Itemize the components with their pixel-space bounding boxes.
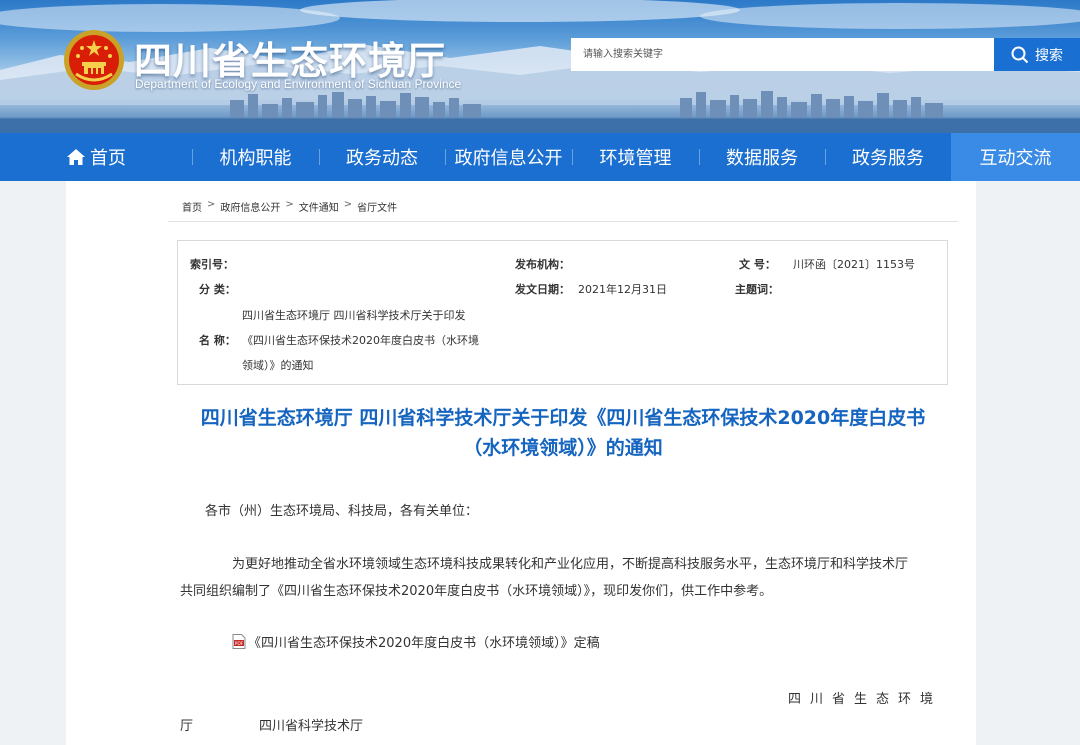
document-title-line: （水环境领域）》的通知 <box>463 437 663 459</box>
index-label: 索引号： <box>190 258 234 271</box>
nav-label: 数据服务 <box>726 148 798 169</box>
nav-label: 政务服务 <box>852 148 924 169</box>
breadcrumb-info-disclosure[interactable]: 政府信息公开 <box>220 199 280 214</box>
body-paragraph-line: 共同组织编制了《四川省生态环保技术2020年度白皮书（水环境领域）》，现印发你们… <box>180 584 773 599</box>
docno-value: 川环函〔2021〕1153号 <box>793 258 915 271</box>
document-title: 四川省生态环境厅 四川省科学技术厅关于印发《四川省生态环保技术2020年度白皮书… <box>168 403 958 463</box>
nav-label: 首页 <box>90 148 126 169</box>
date-value: 2021年12月31日 <box>578 283 667 296</box>
document-meta-box: 索引号： 发布机构： 文 号： 川环函〔2021〕1153号 分 类： 发文日期… <box>177 240 948 385</box>
signature-line: 厅 <box>180 719 194 734</box>
national-emblem-icon <box>64 30 124 90</box>
site-header: 四川省生态环境厅 Department of Ecology and Envir… <box>0 0 1080 133</box>
nav-item-info-disclosure[interactable]: 政府信息公开 <box>445 133 572 181</box>
nav-label: 机构职能 <box>219 148 292 169</box>
breadcrumb-home[interactable]: 首页 <box>182 199 202 214</box>
search-icon <box>1011 46 1029 63</box>
search-input[interactable] <box>571 38 994 71</box>
attachment-link[interactable]: PDF 《四川省生态环保技术2020年度白皮书（水环境领域）》定稿 <box>232 632 600 651</box>
category-label: 分 类： <box>199 283 236 296</box>
search-button[interactable]: 搜索 <box>994 38 1080 71</box>
name-label: 名 称： <box>199 334 236 347</box>
pdf-file-icon: PDF <box>232 634 246 649</box>
main-nav: 首页 机构职能 政务动态 政府信息公开 环境管理 数据服务 政务服务 互动交流 <box>0 133 1080 181</box>
nav-label: 政府信息公开 <box>454 148 563 169</box>
nav-item-news[interactable]: 政务动态 <box>319 133 445 181</box>
search-button-label: 搜索 <box>1035 47 1063 64</box>
nav-label: 互动交流 <box>979 148 1052 169</box>
breadcrumb-separator: > <box>343 199 353 210</box>
breadcrumb-separator: > <box>285 199 294 210</box>
nav-item-data-services[interactable]: 数据服务 <box>699 133 825 181</box>
date-label: 发文日期： <box>515 283 570 296</box>
name-value-line: 四川省生态环境厅 四川省科学技术厅关于印发 <box>242 309 466 322</box>
docno-label: 文 号： <box>739 258 776 271</box>
nav-item-env-management[interactable]: 环境管理 <box>572 133 699 181</box>
name-value-line: 领域）》的通知 <box>242 359 314 372</box>
name-value-line: 《四川省生态环保技术2020年度白皮书（水环境 <box>242 334 479 347</box>
document-title-line: 四川省生态环境厅 四川省科学技术厅关于印发《四川省生态环保技术2020年度白皮书 <box>200 407 926 429</box>
nav-item-functions[interactable]: 机构职能 <box>192 133 319 181</box>
nav-item-home[interactable]: 首页 <box>0 133 192 181</box>
nav-label: 环境管理 <box>599 148 672 169</box>
signature-line: 四川省生态环境 <box>788 692 943 707</box>
nav-item-gov-services[interactable]: 政务服务 <box>825 133 951 181</box>
salutation: 各市（州）生态环境局、科技局，各有关单位： <box>205 504 479 519</box>
nav-label: 政务动态 <box>346 148 418 169</box>
divider <box>168 221 958 222</box>
svg-text:PDF: PDF <box>235 641 244 647</box>
body-paragraph-line: 为更好地推动全省水环境领域生态环境科技成果转化和产业化应用，不断提高科技服务水平… <box>232 557 909 572</box>
breadcrumb-dept-files[interactable]: 省厅文件 <box>357 199 397 214</box>
nav-item-interaction[interactable]: 互动交流 <box>951 133 1080 181</box>
breadcrumb-notices[interactable]: 文件通知 <box>299 199 339 214</box>
breadcrumb-separator: > <box>207 199 216 210</box>
subject-label: 主题词： <box>735 283 779 296</box>
publisher-label: 发布机构： <box>515 258 570 271</box>
signature-line: 四川省科学技术厅 <box>259 719 364 734</box>
home-icon <box>67 149 85 165</box>
attachment-name: 《四川省生态环保技术2020年度白皮书（水环境领域）》定稿 <box>248 636 600 651</box>
breadcrumb: 首页 > 政府信息公开 > 文件通知 > 省厅文件 <box>182 199 397 214</box>
site-subtitle: Department of Ecology and Environment of… <box>135 77 462 91</box>
